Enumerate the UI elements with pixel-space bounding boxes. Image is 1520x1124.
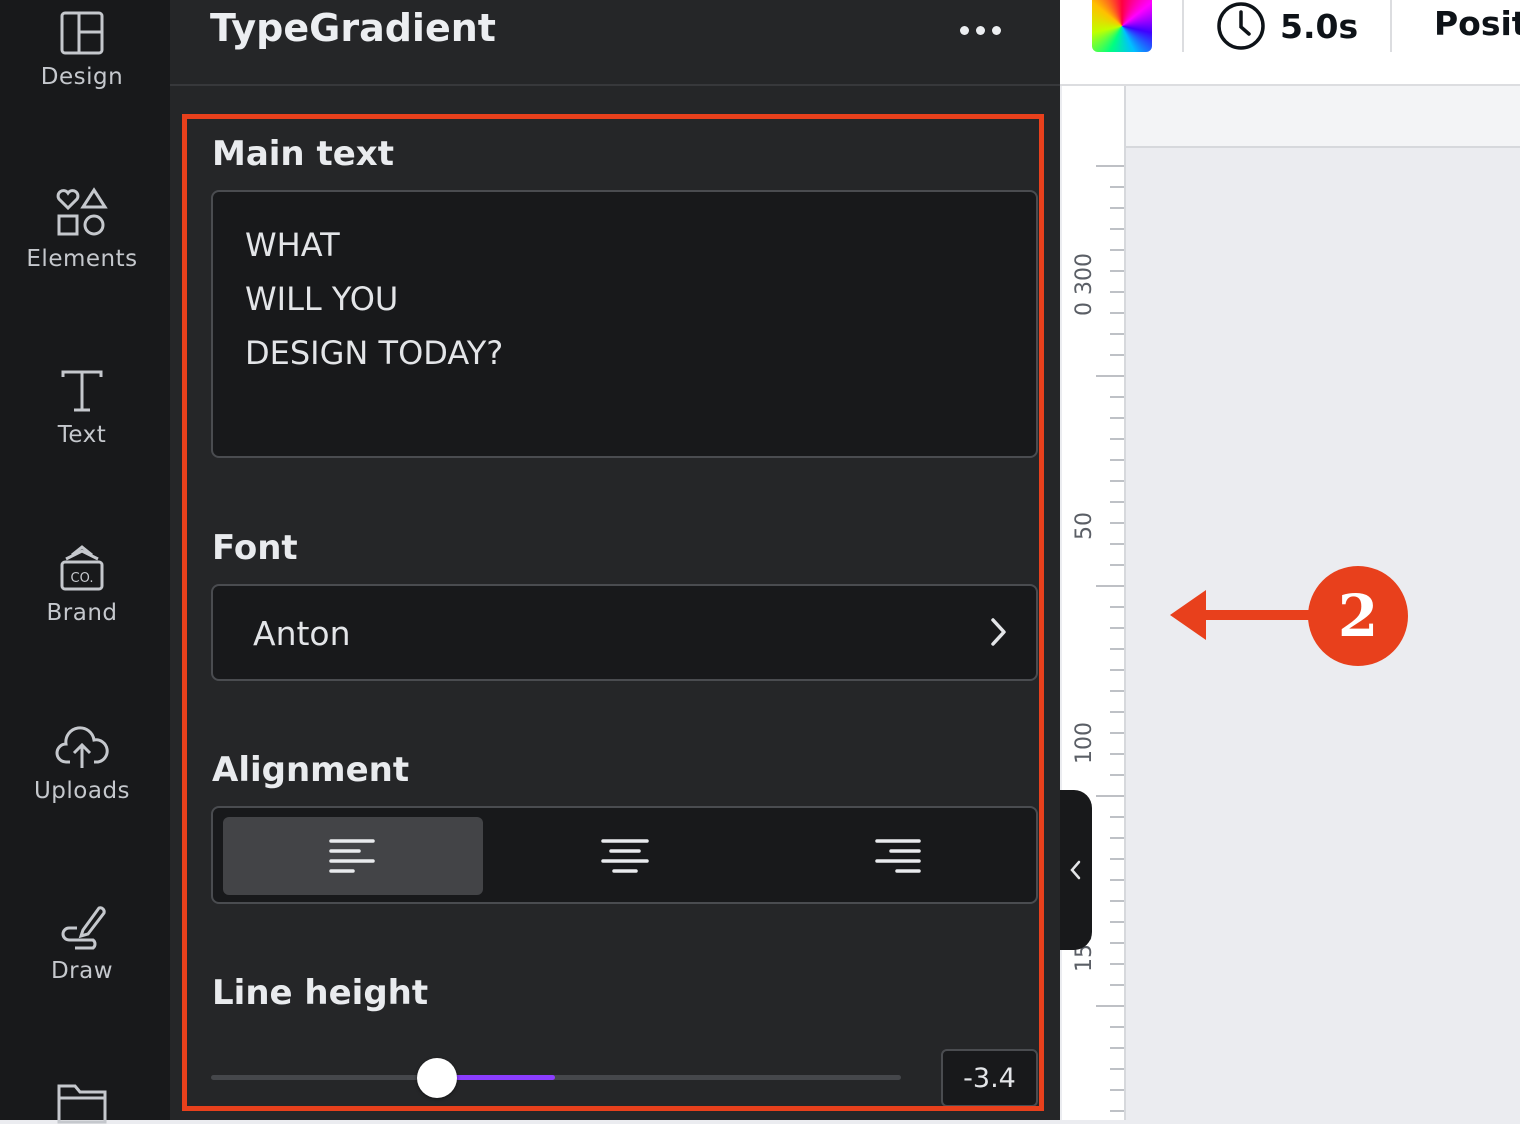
sidebar-item-label: Elements xyxy=(26,246,138,272)
sidebar-item-label: Design xyxy=(40,64,124,90)
sidebar-item-text[interactable]: Text xyxy=(0,368,164,448)
panel-title: TypeGradient xyxy=(210,6,496,50)
more-options-button[interactable] xyxy=(950,8,1010,52)
more-dot-icon xyxy=(975,25,985,35)
shapes-icon xyxy=(56,187,108,236)
more-dot-icon xyxy=(959,25,969,35)
sidebar-item-label: Text xyxy=(57,422,107,448)
sidebar-item-draw[interactable]: Draw xyxy=(0,900,164,984)
duration-label: 5.0s xyxy=(1280,6,1359,46)
annotation-highlight-frame xyxy=(182,114,1044,1111)
sidebar-item-projects[interactable] xyxy=(0,1080,164,1124)
ruler-label: 100 xyxy=(1072,722,1097,764)
folder-icon xyxy=(57,1084,107,1124)
annotation-arrow-icon xyxy=(1170,590,1313,640)
panel-header: TypeGradient xyxy=(170,0,1060,86)
duration-button[interactable]: 5.0s xyxy=(1216,0,1358,52)
more-dot-icon xyxy=(991,25,1001,35)
toolbar-divider xyxy=(1390,0,1392,52)
left-rail: Design Elements Text CO. Brand Uploads D… xyxy=(0,0,170,1124)
text-icon xyxy=(61,370,103,412)
cloud-upload-icon xyxy=(55,726,109,768)
app-settings-panel: TypeGradient Main text WHAT WILL YOU DES… xyxy=(170,0,1060,1120)
collapse-panel-button[interactable] xyxy=(1060,790,1092,950)
sidebar-item-elements[interactable]: Elements xyxy=(0,186,164,272)
layout-icon xyxy=(60,11,104,55)
sidebar-item-label: Draw xyxy=(50,958,114,984)
ruler-top xyxy=(1062,86,1520,148)
clock-icon xyxy=(1217,2,1265,50)
ruler-label: 50 xyxy=(1072,512,1097,540)
annotation-number-badge: 2 xyxy=(1308,566,1408,666)
sidebar-item-uploads[interactable]: Uploads xyxy=(0,722,164,804)
toolbar-divider xyxy=(1182,0,1184,52)
color-picker-button[interactable] xyxy=(1092,0,1152,52)
sidebar-item-brand[interactable]: CO. Brand xyxy=(0,542,164,626)
sidebar-item-label: Brand xyxy=(46,600,118,626)
ruler-label: 0 300 xyxy=(1072,253,1097,316)
draw-icon xyxy=(61,906,106,950)
sidebar-item-label: Uploads xyxy=(33,778,131,804)
brand-kit-icon: CO. xyxy=(60,545,104,591)
svg-text:CO.: CO. xyxy=(71,571,94,586)
chevron-left-icon xyxy=(1070,860,1081,880)
position-button[interactable]: Posit xyxy=(1434,4,1520,43)
editor-toolbar: 5.0s Posit xyxy=(1060,0,1520,86)
sidebar-item-design[interactable]: Design xyxy=(0,10,164,90)
